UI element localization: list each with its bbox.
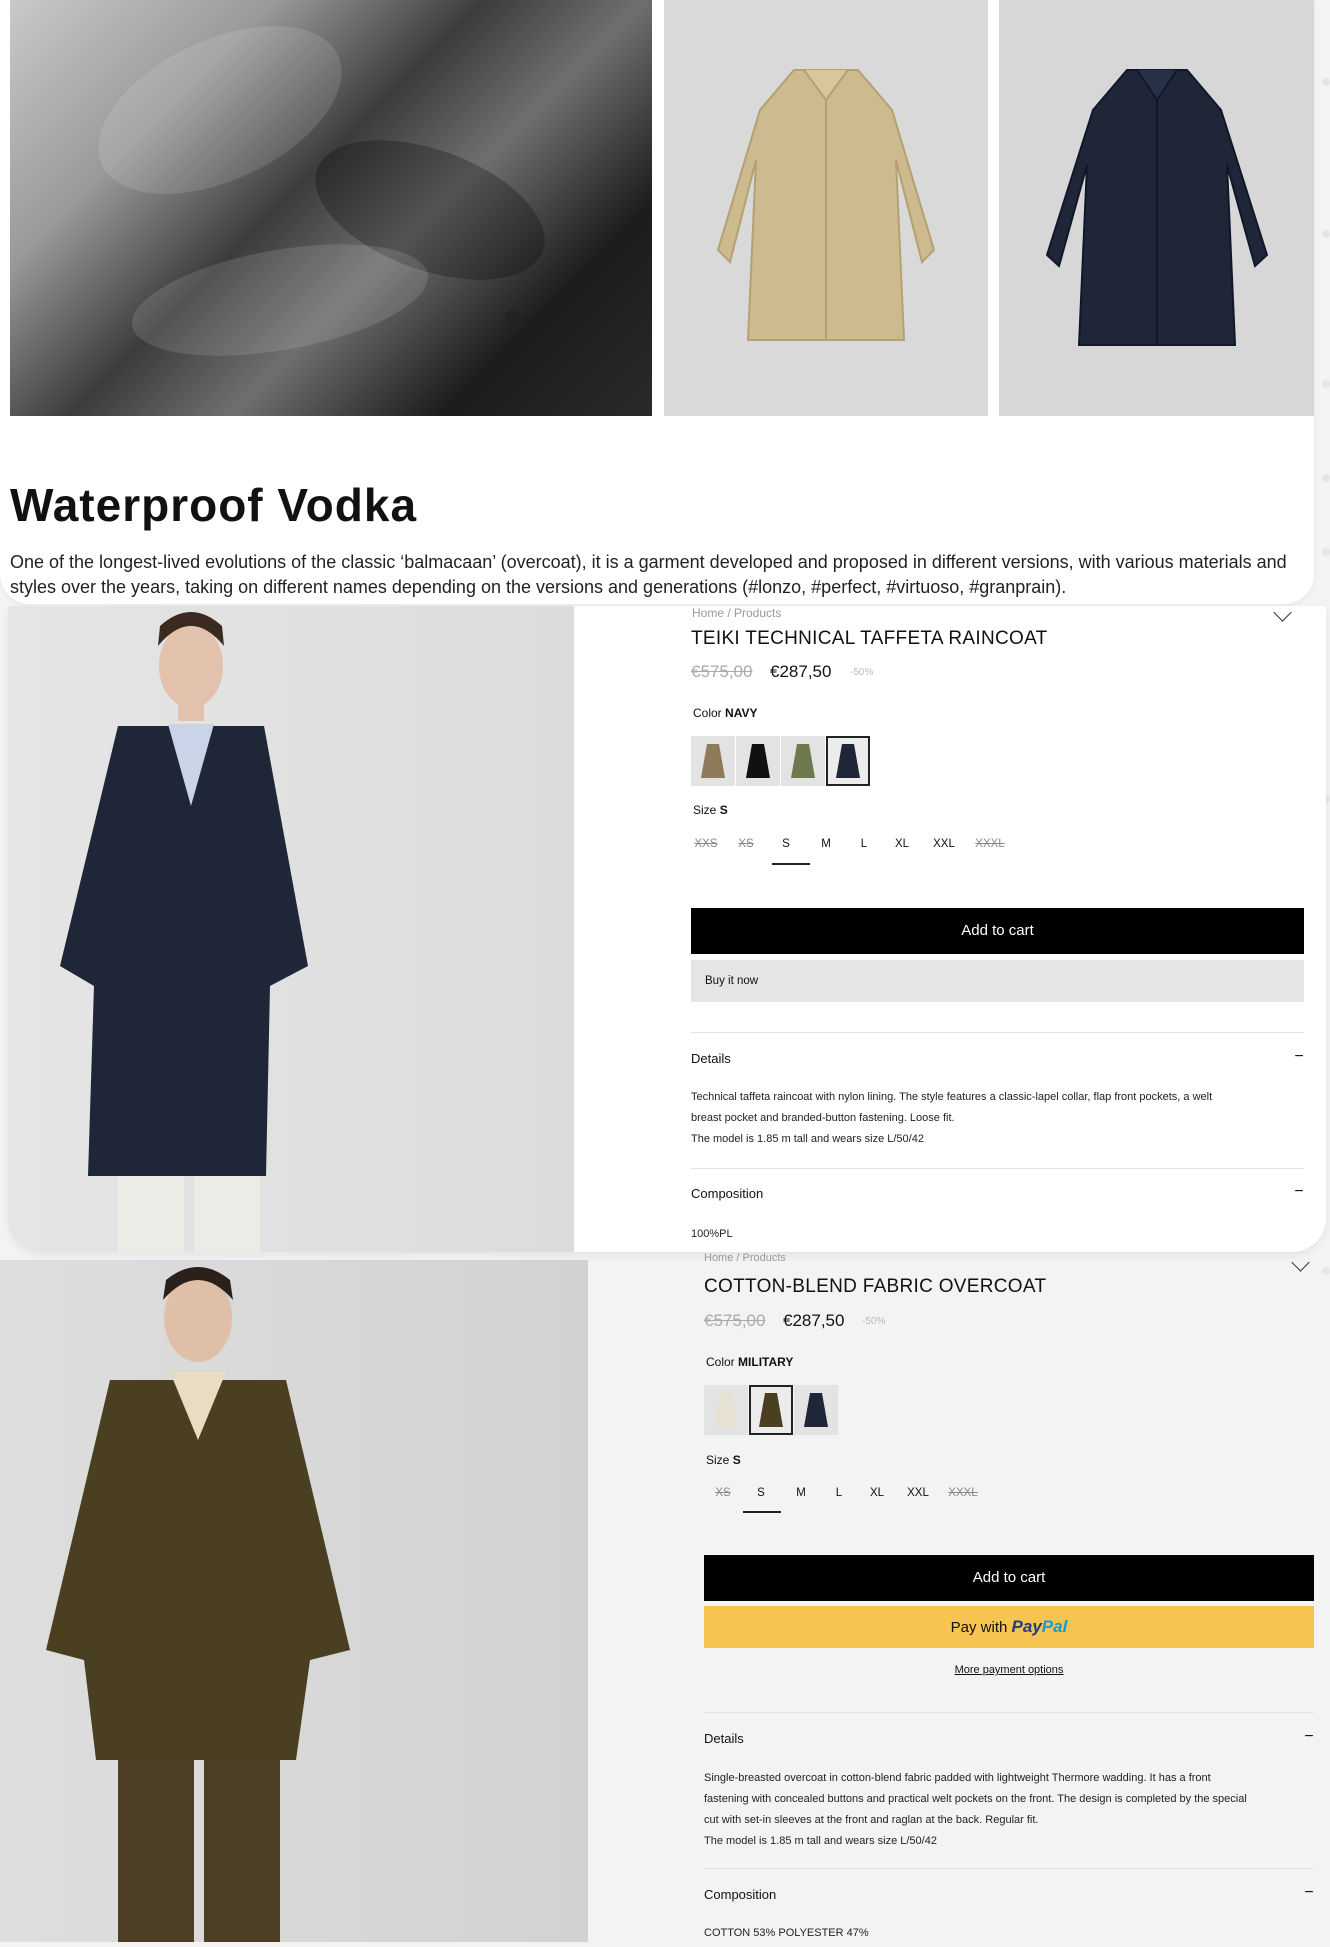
collapse-details-icon[interactable]: −: [1302, 1728, 1316, 1746]
military-swatch[interactable]: [749, 1385, 793, 1435]
color-label: Color NAVY: [693, 706, 758, 720]
size-l[interactable]: L: [849, 838, 879, 850]
composition-text: 100%PL: [691, 1228, 733, 1240]
discount-badge: -50%: [862, 1316, 886, 1327]
green-swatch[interactable]: [781, 736, 825, 786]
old-price: €575,00: [704, 1311, 766, 1330]
chevron-down-icon[interactable]: [1273, 606, 1292, 622]
size-label: Size S: [706, 1453, 741, 1467]
color-label: Color MILITARY: [706, 1355, 794, 1369]
details-heading[interactable]: Details: [704, 1731, 744, 1746]
product-image-teiki[interactable]: [8, 606, 574, 1252]
color-swatches: [691, 736, 870, 786]
composition-heading[interactable]: Composition: [704, 1887, 776, 1902]
scroll-dot: [1322, 474, 1330, 482]
details-text: Technical taffeta raincoat with nylon li…: [691, 1091, 1213, 1145]
divider: [704, 1868, 1314, 1869]
breadcrumb[interactable]: Home / Products: [704, 1252, 786, 1264]
size-xl[interactable]: XL: [862, 1487, 892, 1499]
scroll-dot: [1322, 230, 1330, 238]
size-s[interactable]: S: [746, 1487, 776, 1499]
scroll-dot: [1322, 1267, 1330, 1275]
size-xs[interactable]: XS: [731, 838, 761, 850]
details-text: Single-breasted overcoat in cotton-blend…: [704, 1772, 1247, 1847]
color-swatches: [704, 1385, 838, 1435]
scroll-dot: [1322, 78, 1330, 86]
sale-price: €287,50: [783, 1311, 845, 1330]
product-card-teiki: Home / Products TEIKI TECHNICAL TAFFETA …: [8, 606, 1326, 1252]
size-xxl[interactable]: XXL: [927, 838, 961, 850]
product-image-overcoat[interactable]: [0, 1260, 588, 1942]
navy-swatch[interactable]: [794, 1385, 838, 1435]
paypal-prefix: Pay with: [950, 1619, 1008, 1636]
beige-swatch[interactable]: [691, 736, 735, 786]
scroll-dot: [1322, 380, 1330, 388]
add-to-cart-button[interactable]: Add to cart: [704, 1555, 1314, 1601]
size-xxxl[interactable]: XXXL: [944, 1487, 982, 1499]
collection-hero-image[interactable]: [10, 0, 652, 416]
size-xxxl[interactable]: XXXL: [971, 838, 1009, 850]
divider: [691, 1168, 1304, 1169]
size-l[interactable]: L: [824, 1487, 854, 1499]
discount-badge: -50%: [850, 667, 874, 678]
collection-card: Waterproof Vodka One of the longest-live…: [0, 0, 1314, 604]
size-xl[interactable]: XL: [887, 838, 917, 850]
collapse-composition-icon[interactable]: −: [1302, 1884, 1316, 1902]
black-swatch[interactable]: [736, 736, 780, 786]
product-title: COTTON-BLEND FABRIC OVERCOAT: [704, 1276, 1047, 1297]
collection-description: One of the longest-lived evolutions of t…: [10, 552, 1287, 597]
product-title: TEIKI TECHNICAL TAFFETA RAINCOAT: [691, 628, 1048, 649]
collection-title: Waterproof Vodka: [10, 479, 418, 531]
size-m[interactable]: M: [811, 838, 841, 850]
breadcrumb[interactable]: Home / Products: [692, 606, 781, 620]
add-to-cart-button[interactable]: Add to cart: [691, 908, 1304, 954]
chevron-down-icon[interactable]: [1291, 1253, 1310, 1272]
paypal-logo: PayPal: [1011, 1617, 1068, 1636]
divider: [704, 1712, 1314, 1713]
beige-coat-image[interactable]: [664, 0, 988, 416]
size-xs[interactable]: XS: [708, 1487, 738, 1499]
size-label: Size S: [693, 803, 728, 817]
size-m[interactable]: M: [786, 1487, 816, 1499]
sale-price: €287,50: [770, 662, 832, 681]
old-price: €575,00: [691, 662, 753, 681]
buy-it-now-button[interactable]: Buy it now: [691, 960, 1304, 1002]
selected-size-underline: [743, 1511, 781, 1513]
cream-swatch[interactable]: [704, 1385, 748, 1435]
divider: [691, 1032, 1304, 1033]
size-xxl[interactable]: XXL: [901, 1487, 935, 1499]
navy-swatch[interactable]: [826, 736, 870, 786]
composition-text: COTTON 53% POLYESTER 47%: [704, 1927, 869, 1939]
navy-coat-image[interactable]: [999, 0, 1314, 416]
scroll-dot: [1322, 548, 1330, 556]
size-xxs[interactable]: XXS: [691, 838, 721, 850]
paypal-button[interactable]: Pay with PayPal: [704, 1606, 1314, 1648]
size-s[interactable]: S: [771, 838, 801, 850]
details-heading[interactable]: Details: [691, 1051, 731, 1066]
selected-size-underline: [772, 863, 810, 865]
collapse-details-icon[interactable]: −: [1292, 1048, 1306, 1066]
more-payment-options-link[interactable]: More payment options: [704, 1664, 1314, 1676]
composition-heading[interactable]: Composition: [691, 1186, 763, 1201]
collapse-composition-icon[interactable]: −: [1292, 1183, 1306, 1201]
